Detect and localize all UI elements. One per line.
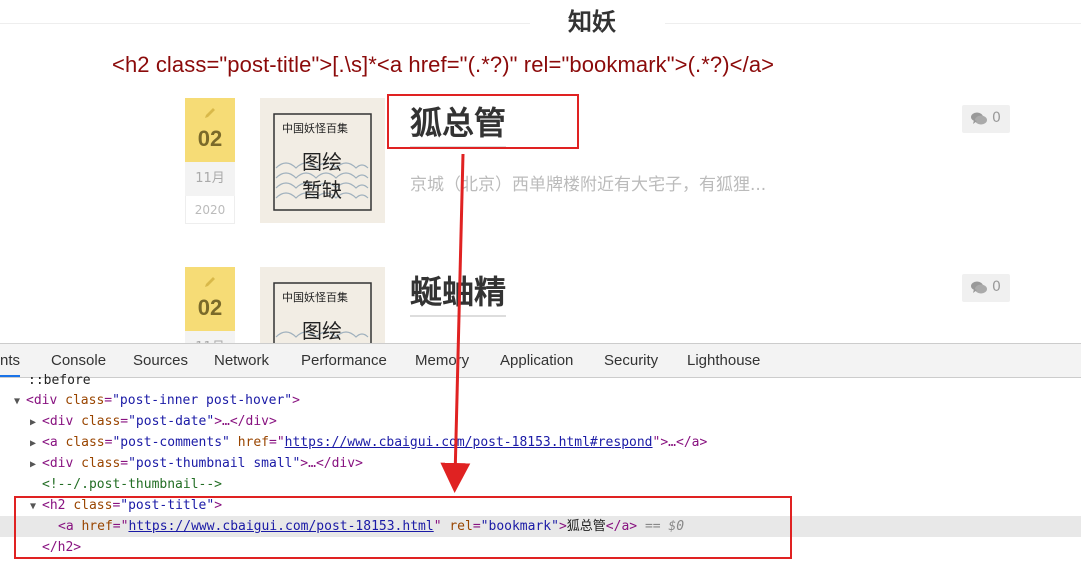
date-badge: 02 [185, 267, 235, 331]
dom-node-post-inner[interactable]: ▼ <div class="post-inner post-hover"> [14, 390, 300, 411]
expand-triangle-icon[interactable]: ▶ [30, 412, 42, 433]
pencil-icon [185, 267, 235, 288]
comments-button[interactable]: 0 [962, 274, 1010, 302]
post-item: 02 11月 中国妖怪百集 图绘 蜒蚰精 0 [0, 267, 1081, 343]
collapse-triangle-icon[interactable]: ▼ [14, 391, 26, 412]
thumb-caption-mid: 图绘 [302, 319, 342, 343]
dom-node-post-thumbnail[interactable]: ▶ <div class="post-thumbnail small">…</di… [30, 453, 363, 474]
thumb-caption-mid: 图绘 [302, 150, 342, 174]
expand-triangle-icon[interactable]: ▶ [30, 433, 42, 454]
pencil-icon [185, 98, 235, 119]
dom-comment[interactable]: <!--/.post-thumbnail--> [42, 474, 222, 495]
tab-performance[interactable]: Performance [301, 352, 387, 369]
comments-count: 0 [992, 110, 1001, 126]
date-badge: 02 [185, 98, 235, 162]
comments-icon [970, 111, 988, 131]
dom-pseudo-before[interactable]: ::before [28, 370, 91, 391]
tab-memory[interactable]: Memory [415, 352, 469, 369]
header-divider-left [0, 23, 530, 24]
post-thumbnail[interactable]: 中国妖怪百集 图绘 [260, 267, 385, 343]
post-date: 02 11月 [185, 267, 235, 343]
expand-triangle-icon[interactable]: ▶ [30, 454, 42, 475]
date-month: 11月 [185, 162, 235, 196]
tab-lighthouse[interactable]: Lighthouse [687, 352, 760, 369]
devtools-tabbar: nts Console Sources Network Performance … [0, 344, 1081, 378]
tab-application[interactable]: Application [500, 352, 573, 369]
comments-icon [970, 280, 988, 300]
thumb-caption-top: 中国妖怪百集 [282, 291, 348, 304]
thumb-caption-top: 中国妖怪百集 [282, 122, 348, 135]
dom-node-post-comments[interactable]: ▶ <a class="post-comments" href="https://… [30, 432, 707, 453]
post-date: 02 11月 2020 [185, 98, 235, 224]
header-divider-right [665, 23, 1081, 24]
post-title-link[interactable]: 蜒蚰精 [410, 267, 507, 317]
thumb-caption-bottom: 暂缺 [302, 178, 342, 202]
href-link[interactable]: https://www.cbaigui.com/post-18153.html#… [285, 435, 653, 450]
comments-button[interactable]: 0 [962, 105, 1010, 133]
highlight-box-title [387, 94, 579, 149]
tab-console[interactable]: Console [51, 352, 106, 369]
regex-annotation: <h2 class="post-title">[.\s]*<a href="(.… [112, 52, 775, 77]
post-excerpt: 京城（北京）西单牌楼附近有大宅子，有狐狸... [410, 175, 767, 195]
tab-network[interactable]: Network [214, 352, 269, 369]
tab-security[interactable]: Security [604, 352, 658, 369]
date-day: 02 [197, 126, 223, 151]
tab-sources[interactable]: Sources [133, 352, 188, 369]
comments-count: 0 [992, 279, 1001, 295]
blog-page: 知妖 <h2 class="post-title">[.\s]*<a href=… [0, 0, 1081, 343]
site-title[interactable]: 知妖 [568, 2, 616, 37]
date-day: 02 [197, 295, 223, 320]
highlight-box-code [14, 496, 792, 559]
tab-elements[interactable]: nts [0, 352, 21, 377]
date-month: 11月 [185, 331, 235, 343]
date-year: 2020 [185, 196, 235, 224]
post-thumbnail[interactable]: 中国妖怪百集 图绘 暂缺 [260, 98, 385, 223]
dom-node-post-date[interactable]: ▶ <div class="post-date">…</div> [30, 411, 277, 432]
